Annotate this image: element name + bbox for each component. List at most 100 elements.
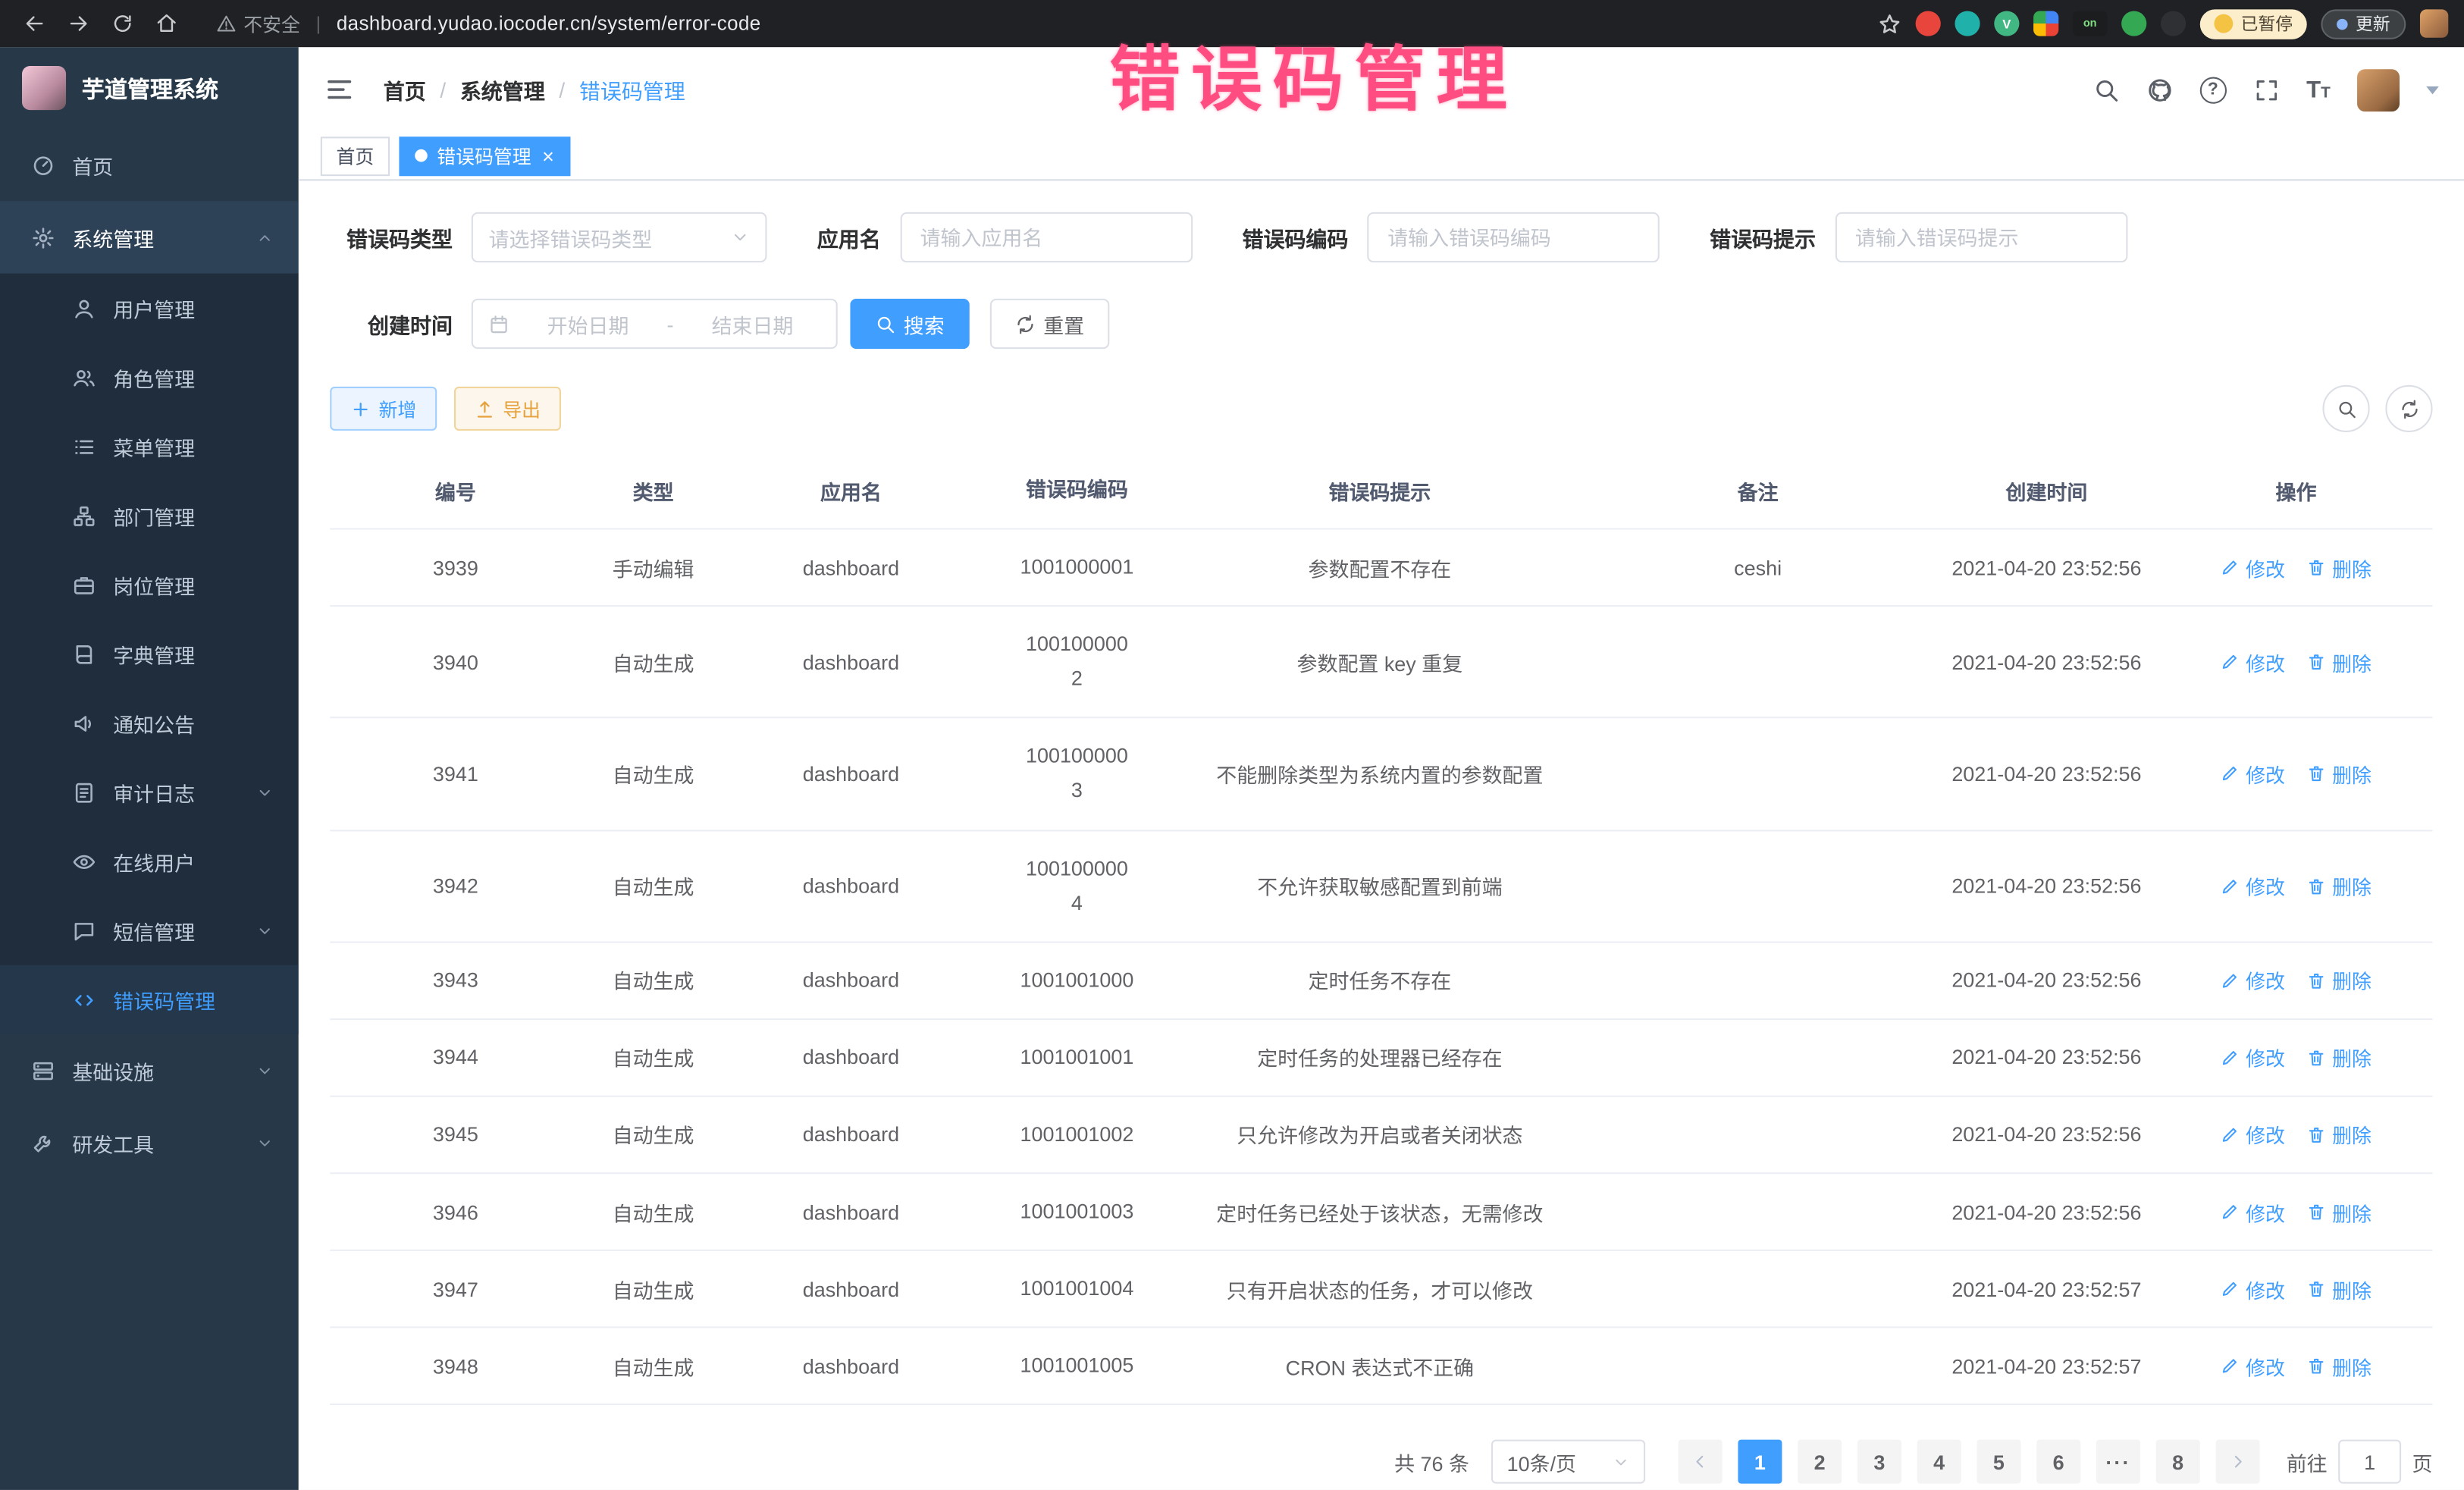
next-page-button[interactable] bbox=[2215, 1440, 2259, 1484]
google-apps-extension-icon[interactable] bbox=[2033, 11, 2058, 36]
start-date-placeholder: 开始日期 bbox=[520, 309, 656, 338]
delete-link[interactable]: 删除 bbox=[2307, 1351, 2372, 1381]
switch-on-extension-icon[interactable]: on bbox=[2073, 11, 2108, 36]
cell-type: 自动生成 bbox=[581, 1020, 725, 1096]
cell-time: 2021-04-20 23:52:56 bbox=[1933, 1097, 2159, 1173]
browser-forward-button[interactable] bbox=[60, 5, 98, 42]
reset-button[interactable]: 重置 bbox=[990, 299, 1110, 349]
sidebar-item-audit-log[interactable]: 审计日志 bbox=[0, 758, 299, 827]
dark-extension-icon[interactable] bbox=[2161, 11, 2186, 36]
security-indicator[interactable]: 不安全 bbox=[217, 10, 300, 36]
refresh-table-button[interactable] bbox=[2385, 385, 2432, 432]
delete-link[interactable]: 删除 bbox=[2307, 759, 2372, 789]
sidebar-item-menus[interactable]: 菜单管理 bbox=[0, 412, 299, 481]
edit-link[interactable]: 修改 bbox=[2221, 1120, 2285, 1150]
update-button[interactable]: 更新 bbox=[2321, 8, 2406, 38]
sidebar-item-infrastructure[interactable]: 基础设施 bbox=[0, 1034, 299, 1106]
goto-page-input[interactable] bbox=[2338, 1440, 2401, 1484]
page-button-5[interactable]: 5 bbox=[1977, 1440, 2020, 1484]
page-button-6[interactable]: 6 bbox=[2036, 1440, 2080, 1484]
page-size-select[interactable]: 10条/页 bbox=[1491, 1440, 1645, 1484]
app-name-input[interactable] bbox=[900, 212, 1193, 262]
date-range-picker[interactable]: 开始日期 - 结束日期 bbox=[472, 299, 838, 349]
edit-link[interactable]: 修改 bbox=[2221, 965, 2285, 995]
sidebar-item-error-codes[interactable]: 错误码管理 bbox=[0, 965, 299, 1034]
font-size-icon[interactable]: TT bbox=[2306, 77, 2331, 103]
edit-link[interactable]: 修改 bbox=[2221, 647, 2285, 676]
error-type-label: 错误码类型 bbox=[330, 221, 453, 253]
page-button-3[interactable]: 3 bbox=[1857, 1440, 1901, 1484]
column-header-app: 应用名 bbox=[726, 453, 977, 529]
address-bar[interactable]: dashboard.yudao.iocoder.cn/system/error-… bbox=[337, 13, 761, 35]
sidebar-item-departments[interactable]: 部门管理 bbox=[0, 481, 299, 550]
edit-link[interactable]: 修改 bbox=[2221, 1043, 2285, 1072]
delete-link[interactable]: 删除 bbox=[2307, 1043, 2372, 1072]
breadcrumb-system[interactable]: 系统管理 bbox=[460, 74, 545, 105]
user-avatar[interactable] bbox=[2357, 68, 2400, 111]
cell-actions: 修改 删除 bbox=[2159, 1251, 2432, 1327]
bookmark-star-icon[interactable] bbox=[1878, 12, 1901, 36]
add-button[interactable]: 新增 bbox=[330, 387, 437, 431]
browser-reload-button[interactable] bbox=[104, 5, 142, 42]
github-icon[interactable] bbox=[2146, 77, 2173, 103]
page-button-4[interactable]: 4 bbox=[1917, 1440, 1961, 1484]
sidebar-item-online-users[interactable]: 在线用户 bbox=[0, 827, 299, 896]
edit-link[interactable]: 修改 bbox=[2221, 1351, 2285, 1381]
sidebar-item-dev-tools[interactable]: 研发工具 bbox=[0, 1106, 299, 1178]
main-panel: 首页 / 系统管理 / 错误码管理 TT 首页 bbox=[299, 47, 2464, 1490]
close-icon[interactable] bbox=[542, 146, 554, 166]
help-icon[interactable] bbox=[2199, 77, 2226, 103]
toggle-search-button[interactable] bbox=[2322, 385, 2369, 432]
more-pages-button[interactable]: ··· bbox=[2096, 1440, 2140, 1484]
edit-link[interactable]: 修改 bbox=[2221, 1274, 2285, 1303]
delete-link[interactable]: 删除 bbox=[2307, 1274, 2372, 1303]
error-code-input[interactable] bbox=[1367, 212, 1660, 262]
caret-down-icon[interactable] bbox=[2426, 86, 2439, 100]
cell-code: 1001001001 bbox=[977, 1020, 1177, 1096]
paused-badge[interactable]: 已暂停 bbox=[2200, 8, 2307, 38]
delete-link[interactable]: 删除 bbox=[2307, 871, 2372, 901]
sidebar-item-notices[interactable]: 通知公告 bbox=[0, 689, 299, 758]
page-button-2[interactable]: 2 bbox=[1798, 1440, 1842, 1484]
sidebar-item-positions[interactable]: 岗位管理 bbox=[0, 550, 299, 619]
edit-link[interactable]: 修改 bbox=[2221, 759, 2285, 789]
edit-link[interactable]: 修改 bbox=[2221, 553, 2285, 582]
red-extension-icon[interactable] bbox=[1916, 11, 1941, 36]
tab-error-codes[interactable]: 错误码管理 bbox=[399, 136, 569, 175]
export-button[interactable]: 导出 bbox=[454, 387, 561, 431]
breadcrumb-home[interactable]: 首页 bbox=[384, 74, 426, 105]
edit-link[interactable]: 修改 bbox=[2221, 1197, 2285, 1227]
search-button[interactable]: 搜索 bbox=[850, 299, 970, 349]
delete-link[interactable]: 删除 bbox=[2307, 647, 2372, 676]
green-extension-icon[interactable] bbox=[2121, 11, 2146, 36]
cell-actions: 修改 删除 bbox=[2159, 1097, 2432, 1173]
browser-profile-avatar[interactable] bbox=[2420, 9, 2448, 37]
prev-page-button[interactable] bbox=[1679, 1440, 1723, 1484]
sidebar-item-home[interactable]: 首页 bbox=[0, 129, 299, 201]
search-icon[interactable] bbox=[2093, 77, 2119, 103]
browser-back-button[interactable] bbox=[16, 5, 54, 42]
delete-link[interactable]: 删除 bbox=[2307, 1197, 2372, 1227]
fullscreen-icon[interactable] bbox=[2253, 77, 2280, 103]
sidebar-item-dictionary[interactable]: 字典管理 bbox=[0, 620, 299, 689]
teal-extension-icon[interactable] bbox=[1955, 11, 1980, 36]
range-separator: - bbox=[667, 312, 674, 335]
cell-id: 3945 bbox=[330, 1097, 581, 1173]
tab-home[interactable]: 首页 bbox=[321, 136, 390, 175]
sidebar-item-sms[interactable]: 短信管理 bbox=[0, 896, 299, 965]
sidebar-item-roles[interactable]: 角色管理 bbox=[0, 343, 299, 412]
sidebar-logo[interactable]: 芋道管理系统 bbox=[0, 47, 299, 129]
edit-link[interactable]: 修改 bbox=[2221, 871, 2285, 901]
sidebar-item-users[interactable]: 用户管理 bbox=[0, 274, 299, 343]
vue-devtools-extension-icon[interactable]: V bbox=[1994, 11, 2019, 36]
page-button-8[interactable]: 8 bbox=[2156, 1440, 2200, 1484]
browser-home-button[interactable] bbox=[148, 5, 186, 42]
error-type-select[interactable]: 请选择错误码类型 bbox=[472, 212, 767, 262]
delete-link[interactable]: 删除 bbox=[2307, 1120, 2372, 1150]
sidebar-item-system[interactable]: 系统管理 bbox=[0, 201, 299, 273]
delete-link[interactable]: 删除 bbox=[2307, 553, 2372, 582]
delete-link[interactable]: 删除 bbox=[2307, 965, 2372, 995]
error-hint-input[interactable] bbox=[1835, 212, 2127, 262]
page-button-1[interactable]: 1 bbox=[1738, 1440, 1782, 1484]
hamburger-icon[interactable] bbox=[324, 74, 355, 105]
